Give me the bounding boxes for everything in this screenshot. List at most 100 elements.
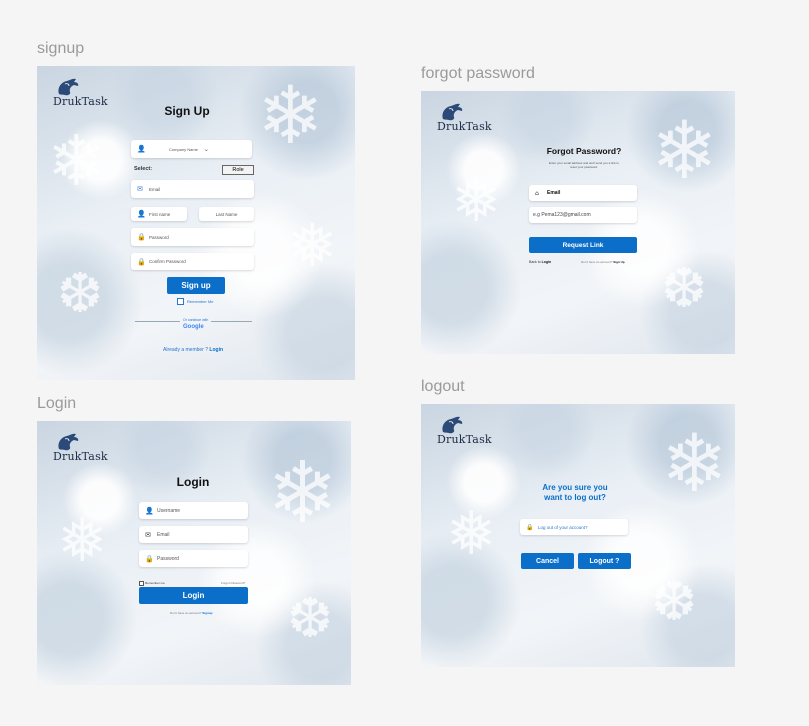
google-signin[interactable]: Google — [183, 324, 204, 330]
first-name-field[interactable]: 👤 First name — [131, 207, 187, 221]
request-link-button[interactable]: Request Link — [529, 237, 637, 253]
logo[interactable]: DrukTask — [437, 101, 492, 133]
page-title: Login — [176, 475, 210, 489]
logout-frame-label: logout — [421, 378, 465, 395]
last-name-field[interactable]: Last Name — [199, 207, 254, 221]
confirm-password-placeholder: Confirm Password — [149, 259, 186, 264]
logout-question: Are you sure you want to log out? — [525, 483, 625, 504]
back-to-text: Back to — [529, 260, 541, 264]
username-field[interactable]: 👤 Username — [139, 502, 248, 519]
logout-field-text: Log out of your account? — [538, 524, 588, 530]
already-member-text: Already a member ? Login — [163, 347, 223, 353]
logout-frame: ❄ ❅ ❆ DrukTask Are you sure you want to … — [421, 404, 735, 667]
forgot-password-frame-label: forgot password — [421, 65, 535, 82]
password-field[interactable]: 🔒 Password — [139, 550, 248, 567]
email-field[interactable]: ✉ Email — [139, 526, 248, 543]
snowflake-icon: ❄ — [47, 120, 106, 202]
back-login-link[interactable]: Login — [542, 260, 552, 264]
last-name-placeholder: Last Name — [215, 211, 238, 217]
mail-icon: ✉ — [137, 185, 143, 193]
already-member-label: Already a member ? — [163, 347, 209, 353]
no-account-text: Don't have an account? Signup — [170, 611, 212, 615]
no-account-text: Don't have an account? Sign Up — [581, 260, 625, 264]
snowflake-icon: ❆ — [287, 586, 334, 650]
email-placeholder: Email — [149, 186, 161, 192]
snowflake-icon: ❅ — [57, 506, 108, 576]
back-to-login: Back to Login — [529, 260, 551, 264]
forgot-password-frame: ❄ ❅ ❆ DrukTask Forgot Password? Enter yo… — [421, 91, 735, 354]
mail-icon: ✉ — [145, 530, 151, 539]
snowflake-icon: ❄ — [651, 104, 719, 197]
email-value: e.g Pema123@gmail.com — [533, 212, 591, 218]
signup-button[interactable]: Sign up — [167, 277, 225, 294]
logo[interactable]: DrukTask — [437, 414, 492, 446]
select-label: Select: — [134, 166, 153, 172]
divider-left — [135, 321, 180, 322]
lock-icon: 🔒 — [137, 233, 146, 241]
user-icon: 👤 — [137, 145, 146, 153]
forgot-password-link[interactable]: Forgot Password? — [221, 581, 245, 585]
logout-button[interactable]: Logout ? — [578, 553, 631, 569]
page-title: Forgot Password? — [546, 146, 622, 156]
lock-icon: 🔒 — [137, 257, 146, 266]
no-account-label: Don't have an account? — [170, 611, 202, 615]
snowflake-icon: ❅ — [287, 211, 338, 281]
logo-text: DrukTask — [53, 95, 108, 108]
password-placeholder: Password — [149, 234, 169, 240]
home-icon: ⌂ — [535, 189, 539, 197]
company-select[interactable]: 👤 Company Name ⌄ — [131, 140, 252, 158]
company-select-label: Company Name — [169, 146, 198, 152]
login-button[interactable]: Login — [139, 587, 248, 604]
cancel-button[interactable]: Cancel — [521, 553, 574, 569]
lock-icon: 🔒 — [526, 523, 534, 531]
login-link[interactable]: Login — [209, 347, 223, 353]
logo-text: DrukTask — [437, 433, 492, 446]
google-text: Google — [183, 324, 204, 330]
chevron-down-icon: ⌄ — [203, 146, 209, 153]
logo[interactable]: DrukTask — [53, 431, 108, 463]
remember-me-label: Remember Me — [187, 299, 214, 304]
email-input[interactable]: e.g Pema123@gmail.com — [529, 207, 637, 223]
username-placeholder: Username — [157, 507, 181, 514]
email-label: Email — [547, 190, 561, 196]
confirm-password-field[interactable]: 🔒 Confirm Password — [131, 253, 254, 270]
snowflake-icon: ❄ — [267, 444, 339, 543]
login-frame-label: Login — [37, 395, 77, 412]
remember-me-checkbox[interactable] — [139, 581, 144, 586]
forgot-subtitle: Enter your email address and we'll send … — [549, 161, 619, 169]
snowflake-icon: ❅ — [446, 499, 497, 569]
remember-me-checkbox[interactable] — [177, 298, 184, 305]
snowflake-icon: ❆ — [57, 261, 104, 325]
user-icon: 👤 — [145, 506, 154, 515]
signup-frame-label: signup — [37, 40, 85, 57]
snowflake-icon: ❄ — [257, 69, 325, 162]
logout-question-line1: Are you sure you — [542, 483, 608, 492]
logo-text: DrukTask — [53, 450, 108, 463]
lock-icon: 🔒 — [145, 554, 154, 563]
snowflake-icon: ❆ — [661, 256, 708, 320]
signup-link[interactable]: Signup — [202, 611, 212, 615]
signup-link[interactable]: Sign Up — [613, 260, 624, 264]
snowflake-icon: ❆ — [651, 569, 698, 633]
email-placeholder: Email — [157, 531, 170, 538]
login-frame: ❄ ❅ ❆ DrukTask Login 👤 Username ✉ Email … — [37, 421, 351, 685]
email-field[interactable]: ✉ Email — [131, 180, 254, 198]
logout-info-field: 🔒 Log out of your account? — [520, 519, 628, 535]
logo-text: DrukTask — [437, 120, 492, 133]
password-field[interactable]: 🔒 Password — [131, 228, 254, 246]
logout-question-line2: want to log out? — [544, 493, 606, 503]
remember-me-label: Remember me — [145, 581, 165, 585]
first-name-placeholder: First name — [149, 211, 171, 217]
no-account-label: Don't have an account? — [581, 260, 613, 264]
page-title: Sign Up — [164, 104, 210, 118]
logo[interactable]: DrukTask — [53, 76, 108, 108]
divider-text: Or continue with — [183, 318, 209, 322]
user-icon: 👤 — [137, 210, 146, 218]
snowflake-icon: ❄ — [661, 417, 729, 510]
signup-frame: ❄ ❄ ❅ ❆ DrukTask Sign Up 👤 Company Name … — [37, 66, 355, 380]
divider-right — [211, 321, 252, 322]
email-label-field[interactable]: ⌂ Email — [529, 185, 637, 201]
role-button[interactable]: Role — [222, 165, 254, 175]
password-placeholder: Password — [157, 555, 179, 562]
snowflake-icon: ❅ — [451, 166, 502, 236]
